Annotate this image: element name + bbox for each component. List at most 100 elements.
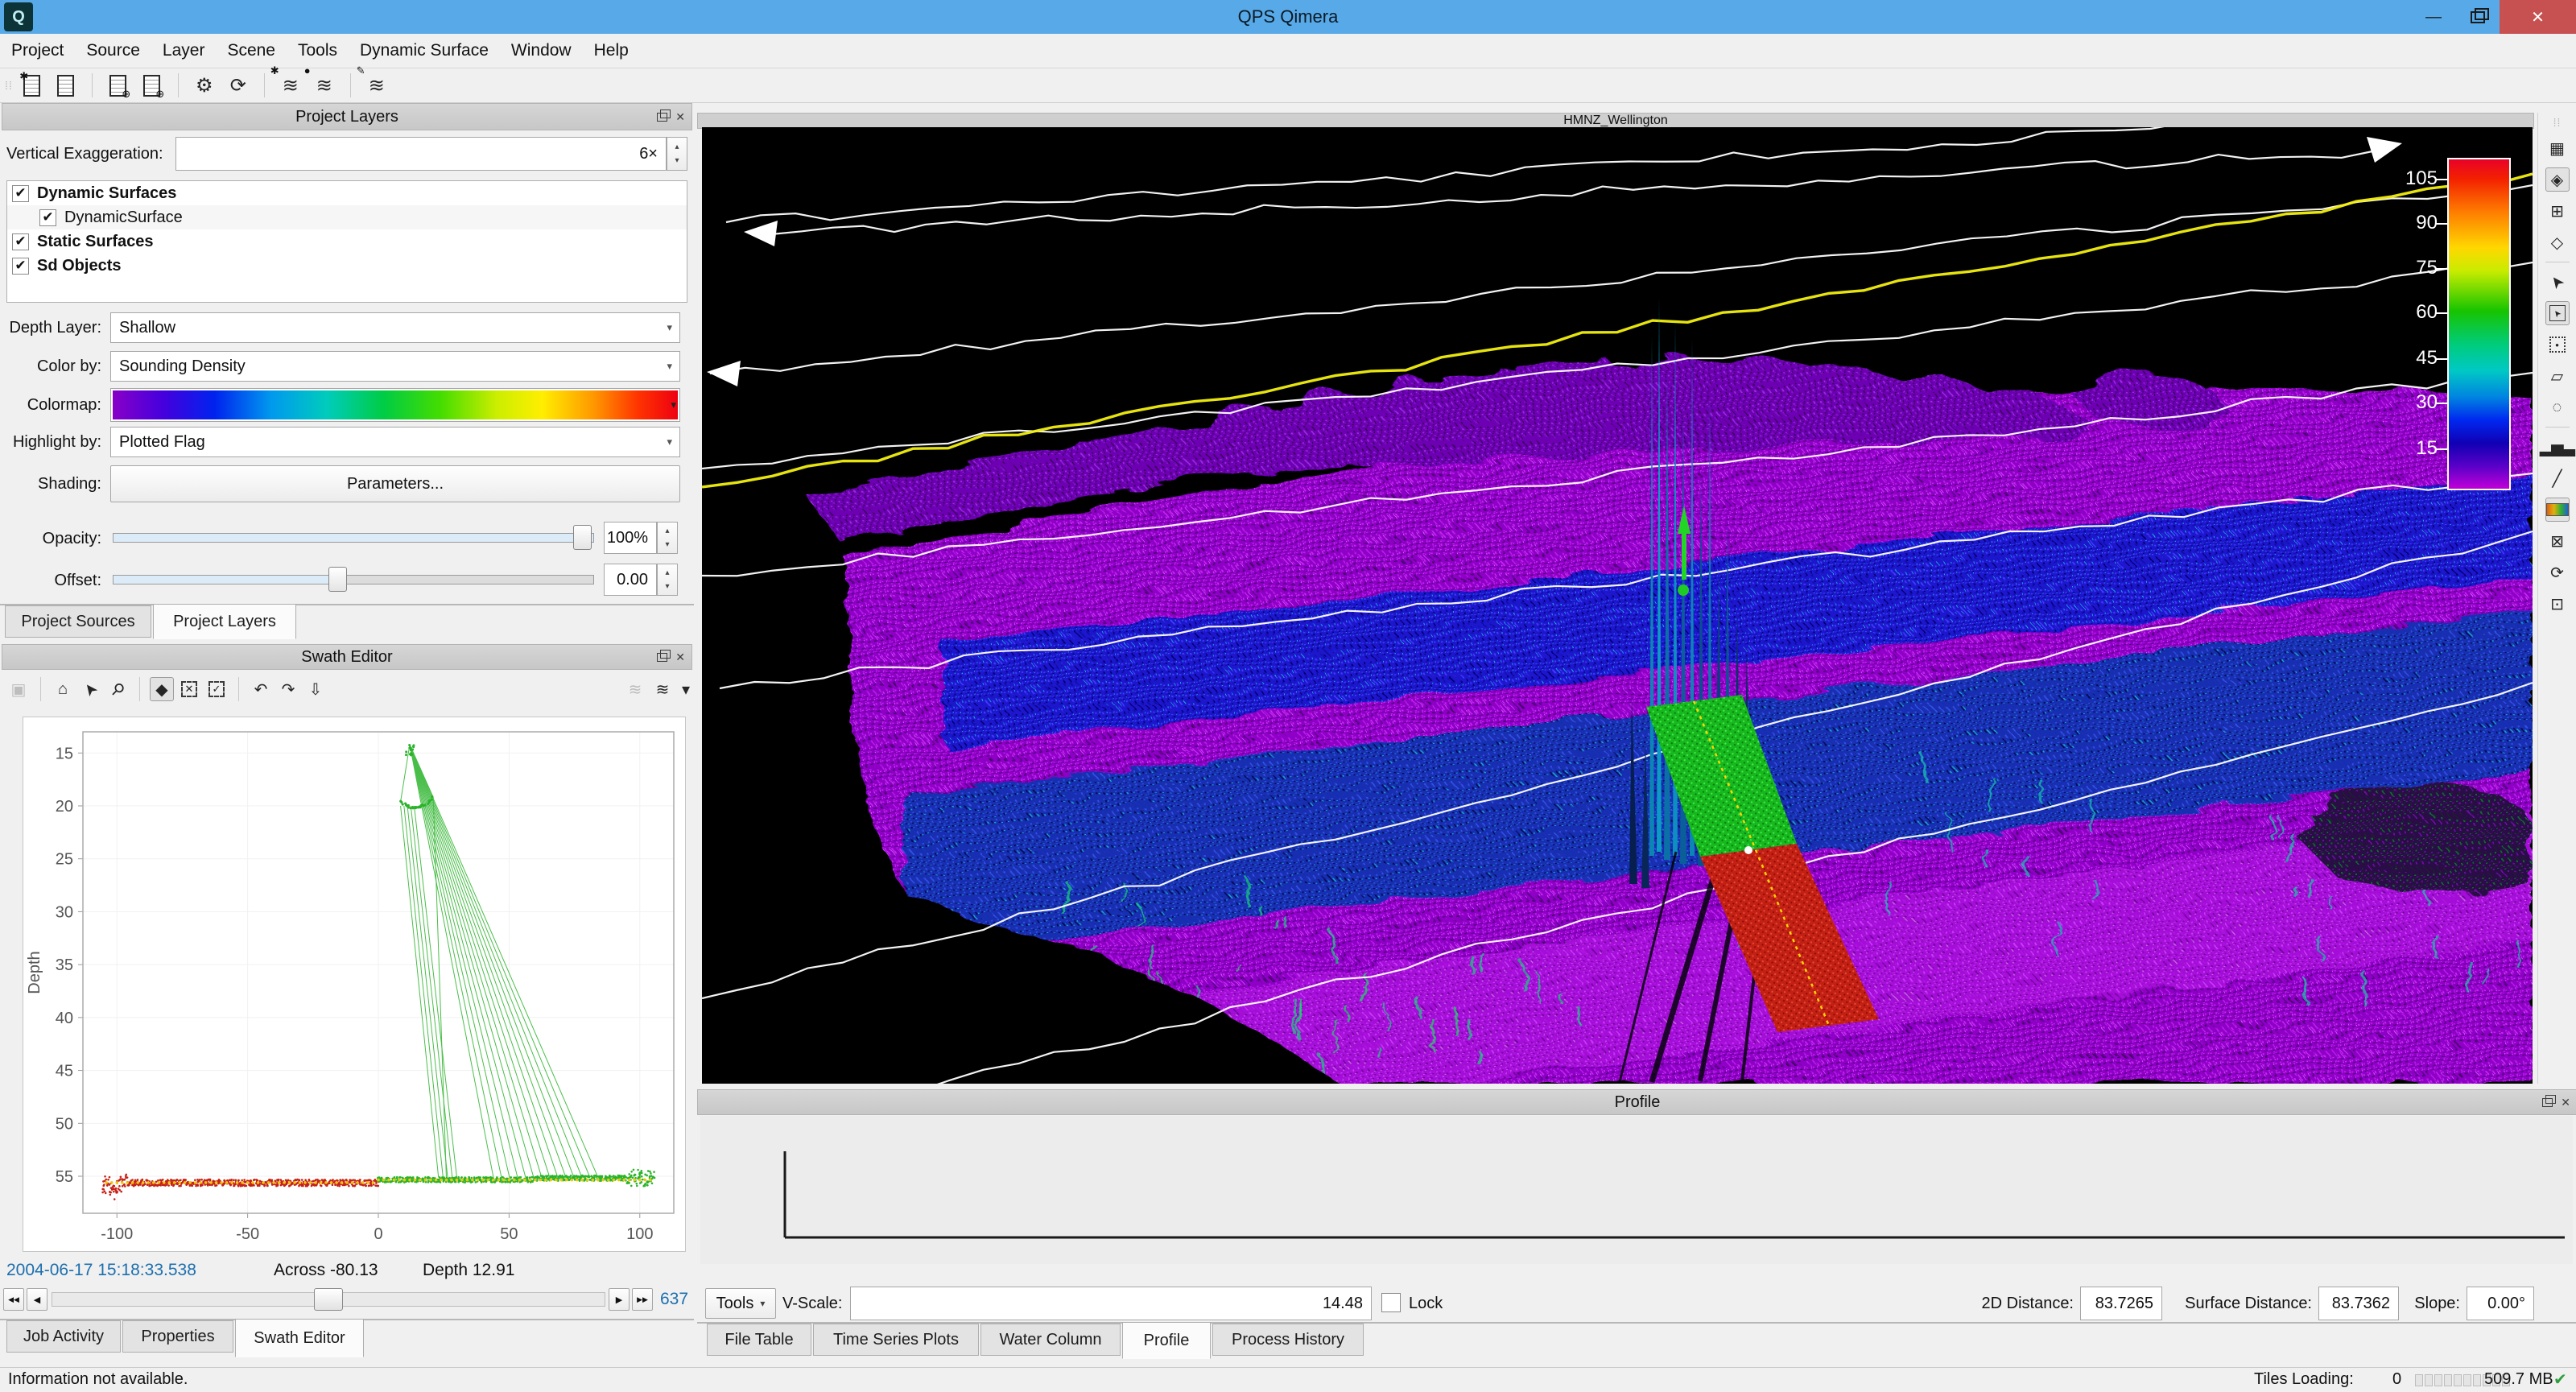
tab-job-activity[interactable]: Job Activity xyxy=(6,1320,121,1353)
surface-view-icon[interactable]: ◈ xyxy=(2545,167,2570,192)
tab-project-sources[interactable]: Project Sources xyxy=(5,605,151,638)
offset-value[interactable]: 0.00 xyxy=(604,564,657,596)
tab-water-column[interactable]: Water Column xyxy=(980,1324,1121,1356)
vscale-input[interactable]: 14.48 xyxy=(850,1287,1372,1320)
undo-icon[interactable]: ↶ xyxy=(249,677,273,701)
tab-project-layers[interactable]: Project Layers xyxy=(153,604,296,639)
swath-beam-icon[interactable]: ≋ xyxy=(650,677,675,701)
colormap-tool-icon[interactable] xyxy=(2545,498,2570,522)
offset-slider-track[interactable] xyxy=(113,575,594,584)
grid-3d-icon[interactable]: ⊠ xyxy=(2545,529,2570,553)
close-panel-icon[interactable]: ✕ xyxy=(2561,1096,2570,1109)
checkbox-checked[interactable]: ✔ xyxy=(12,258,29,275)
zoom-extents-cube-icon[interactable]: ◇ xyxy=(2545,230,2570,254)
prev-ping-button[interactable]: ◀ xyxy=(27,1288,47,1311)
add-static-surface-icon[interactable] xyxy=(52,71,80,100)
reject-selection-icon[interactable]: ✕ xyxy=(177,677,201,701)
float-panel-icon[interactable] xyxy=(657,653,667,662)
eraser-tool-icon[interactable]: ◆ xyxy=(150,677,174,701)
tab-file-table[interactable]: File Table xyxy=(707,1324,811,1356)
tree-item-dynamic-surfaces[interactable]: ✔ Dynamic Surfaces xyxy=(7,181,687,205)
toolbar-handle[interactable]: ⁞⁞ xyxy=(2553,116,2562,129)
depth-layer-select[interactable]: Shallow▾ xyxy=(110,312,680,343)
menu-dynamic-surface[interactable]: Dynamic Surface xyxy=(349,34,500,68)
tree-item-dynamicsurface[interactable]: ✔ DynamicSurface xyxy=(7,205,687,229)
tab-swath-editor[interactable]: Swath Editor xyxy=(235,1319,364,1357)
offset-stepper[interactable]: ▴▾ xyxy=(657,564,678,596)
refresh-icon[interactable]: ⟳ xyxy=(224,71,253,100)
close-panel-icon[interactable]: ✕ xyxy=(675,110,685,124)
redo-icon[interactable]: ↷ xyxy=(276,677,300,701)
menu-tools[interactable]: Tools xyxy=(287,34,349,68)
opacity-slider-thumb[interactable] xyxy=(573,525,592,550)
menu-project[interactable]: Project xyxy=(0,34,75,68)
pointer-tool-icon[interactable]: ➤ xyxy=(78,677,102,701)
profile-plot[interactable] xyxy=(700,1116,2573,1264)
offset-slider-thumb[interactable] xyxy=(328,567,347,592)
add-dynamic-surface-icon[interactable]: ✱ xyxy=(18,71,47,100)
float-panel-icon[interactable] xyxy=(657,113,667,122)
home-view-icon[interactable]: ⌂ xyxy=(51,677,75,701)
tree-item-sd-objects[interactable]: ✔ Sd Objects xyxy=(7,254,687,278)
save-icon[interactable]: ▣ xyxy=(6,677,31,701)
zoom-tool-icon[interactable]: ⚲ xyxy=(105,677,130,701)
histogram-tool-icon[interactable]: ▂▅▃ xyxy=(2545,435,2570,459)
add-surface-file-icon[interactable]: ⊕ xyxy=(104,71,133,100)
vertical-exaggeration-input[interactable]: 6× xyxy=(175,137,667,171)
swath-ghost-icon[interactable]: ≋ xyxy=(623,677,647,701)
tree-item-static-surfaces[interactable]: ✔ Static Surfaces xyxy=(7,229,687,254)
tab-time-series-plots[interactable]: Time Series Plots xyxy=(813,1324,979,1356)
swath-auto-icon[interactable]: ≋✱ xyxy=(276,71,305,100)
tab-process-history[interactable]: Process History xyxy=(1212,1324,1364,1356)
select-rect-tool-icon[interactable]: ➤ xyxy=(2545,301,2570,325)
add-xyz-file-icon[interactable]: ⊕ xyxy=(138,71,167,100)
swath-plot[interactable]: 152025303540455055-100-50050100Depth xyxy=(23,717,686,1252)
highlight-by-select[interactable]: Plotted Flag▾ xyxy=(110,427,680,457)
polygon-select-tool-icon[interactable]: ▱ xyxy=(2545,364,2570,388)
shading-parameters-button[interactable]: Parameters... xyxy=(110,465,680,502)
next-ping-icon[interactable]: ⇩ xyxy=(303,677,328,701)
opacity-slider-track[interactable] xyxy=(113,533,594,543)
menu-layer[interactable]: Layer xyxy=(151,34,217,68)
vertical-exaggeration-stepper[interactable]: ▴▾ xyxy=(667,137,687,171)
close-button[interactable]: ✕ xyxy=(2500,0,2576,34)
rotate-view-icon[interactable]: ⟳ xyxy=(2545,560,2570,584)
accept-selection-icon[interactable]: ✓ xyxy=(204,677,229,701)
menu-scene[interactable]: Scene xyxy=(216,34,287,68)
float-panel-icon[interactable] xyxy=(2542,1098,2553,1107)
lock-checkbox[interactable] xyxy=(1381,1293,1401,1312)
more-menu-icon[interactable]: ▾ xyxy=(678,677,694,701)
pointer-tool-icon[interactable]: ➤ xyxy=(2545,270,2570,294)
checkbox-checked[interactable]: ✔ xyxy=(12,233,29,250)
ping-scrollbar-thumb[interactable] xyxy=(314,1288,343,1311)
first-ping-button[interactable]: ◀◀ xyxy=(3,1288,24,1311)
swath-edit-icon[interactable]: ≋✎ xyxy=(362,71,391,100)
measure-tool-icon[interactable]: ╱ xyxy=(2545,466,2570,490)
plan-view-grid-icon[interactable]: ▦ xyxy=(2545,136,2570,160)
toolbar-handle[interactable]: ⁞⁞ xyxy=(5,79,13,92)
swath-locked-icon[interactable]: ≋● xyxy=(310,71,339,100)
menu-source[interactable]: Source xyxy=(75,34,151,68)
menu-help[interactable]: Help xyxy=(583,34,640,68)
point-select-tool-icon[interactable]: • xyxy=(2545,333,2570,357)
last-ping-button[interactable]: ▶▶ xyxy=(632,1288,653,1311)
restore-button[interactable] xyxy=(2455,0,2500,34)
opacity-value[interactable]: 100% xyxy=(604,522,657,554)
lasso-select-tool-icon[interactable]: ◌ xyxy=(2545,395,2570,419)
tab-properties[interactable]: Properties xyxy=(122,1320,233,1353)
close-panel-icon[interactable]: ✕ xyxy=(675,651,685,664)
vertex-cube-icon[interactable]: ⊡ xyxy=(2545,592,2570,616)
next-ping-button[interactable]: ▶ xyxy=(609,1288,630,1311)
tab-profile[interactable]: Profile xyxy=(1122,1322,1211,1359)
opacity-stepper[interactable]: ▴▾ xyxy=(657,522,678,554)
scene-3d-viewport[interactable] xyxy=(702,127,2533,1084)
color-by-select[interactable]: Sounding Density▾ xyxy=(110,351,680,382)
menu-window[interactable]: Window xyxy=(500,34,583,68)
processing-settings-icon[interactable]: ⚙ xyxy=(190,71,219,100)
zoom-extents-grid-icon[interactable]: ⊞ xyxy=(2545,199,2570,223)
checkbox-checked[interactable]: ✔ xyxy=(12,185,29,202)
minimize-button[interactable]: — xyxy=(2411,0,2456,34)
colormap-select[interactable]: ▾ xyxy=(110,388,680,422)
tools-dropdown-button[interactable]: Tools▾ xyxy=(705,1288,776,1319)
checkbox-checked[interactable]: ✔ xyxy=(39,209,56,226)
